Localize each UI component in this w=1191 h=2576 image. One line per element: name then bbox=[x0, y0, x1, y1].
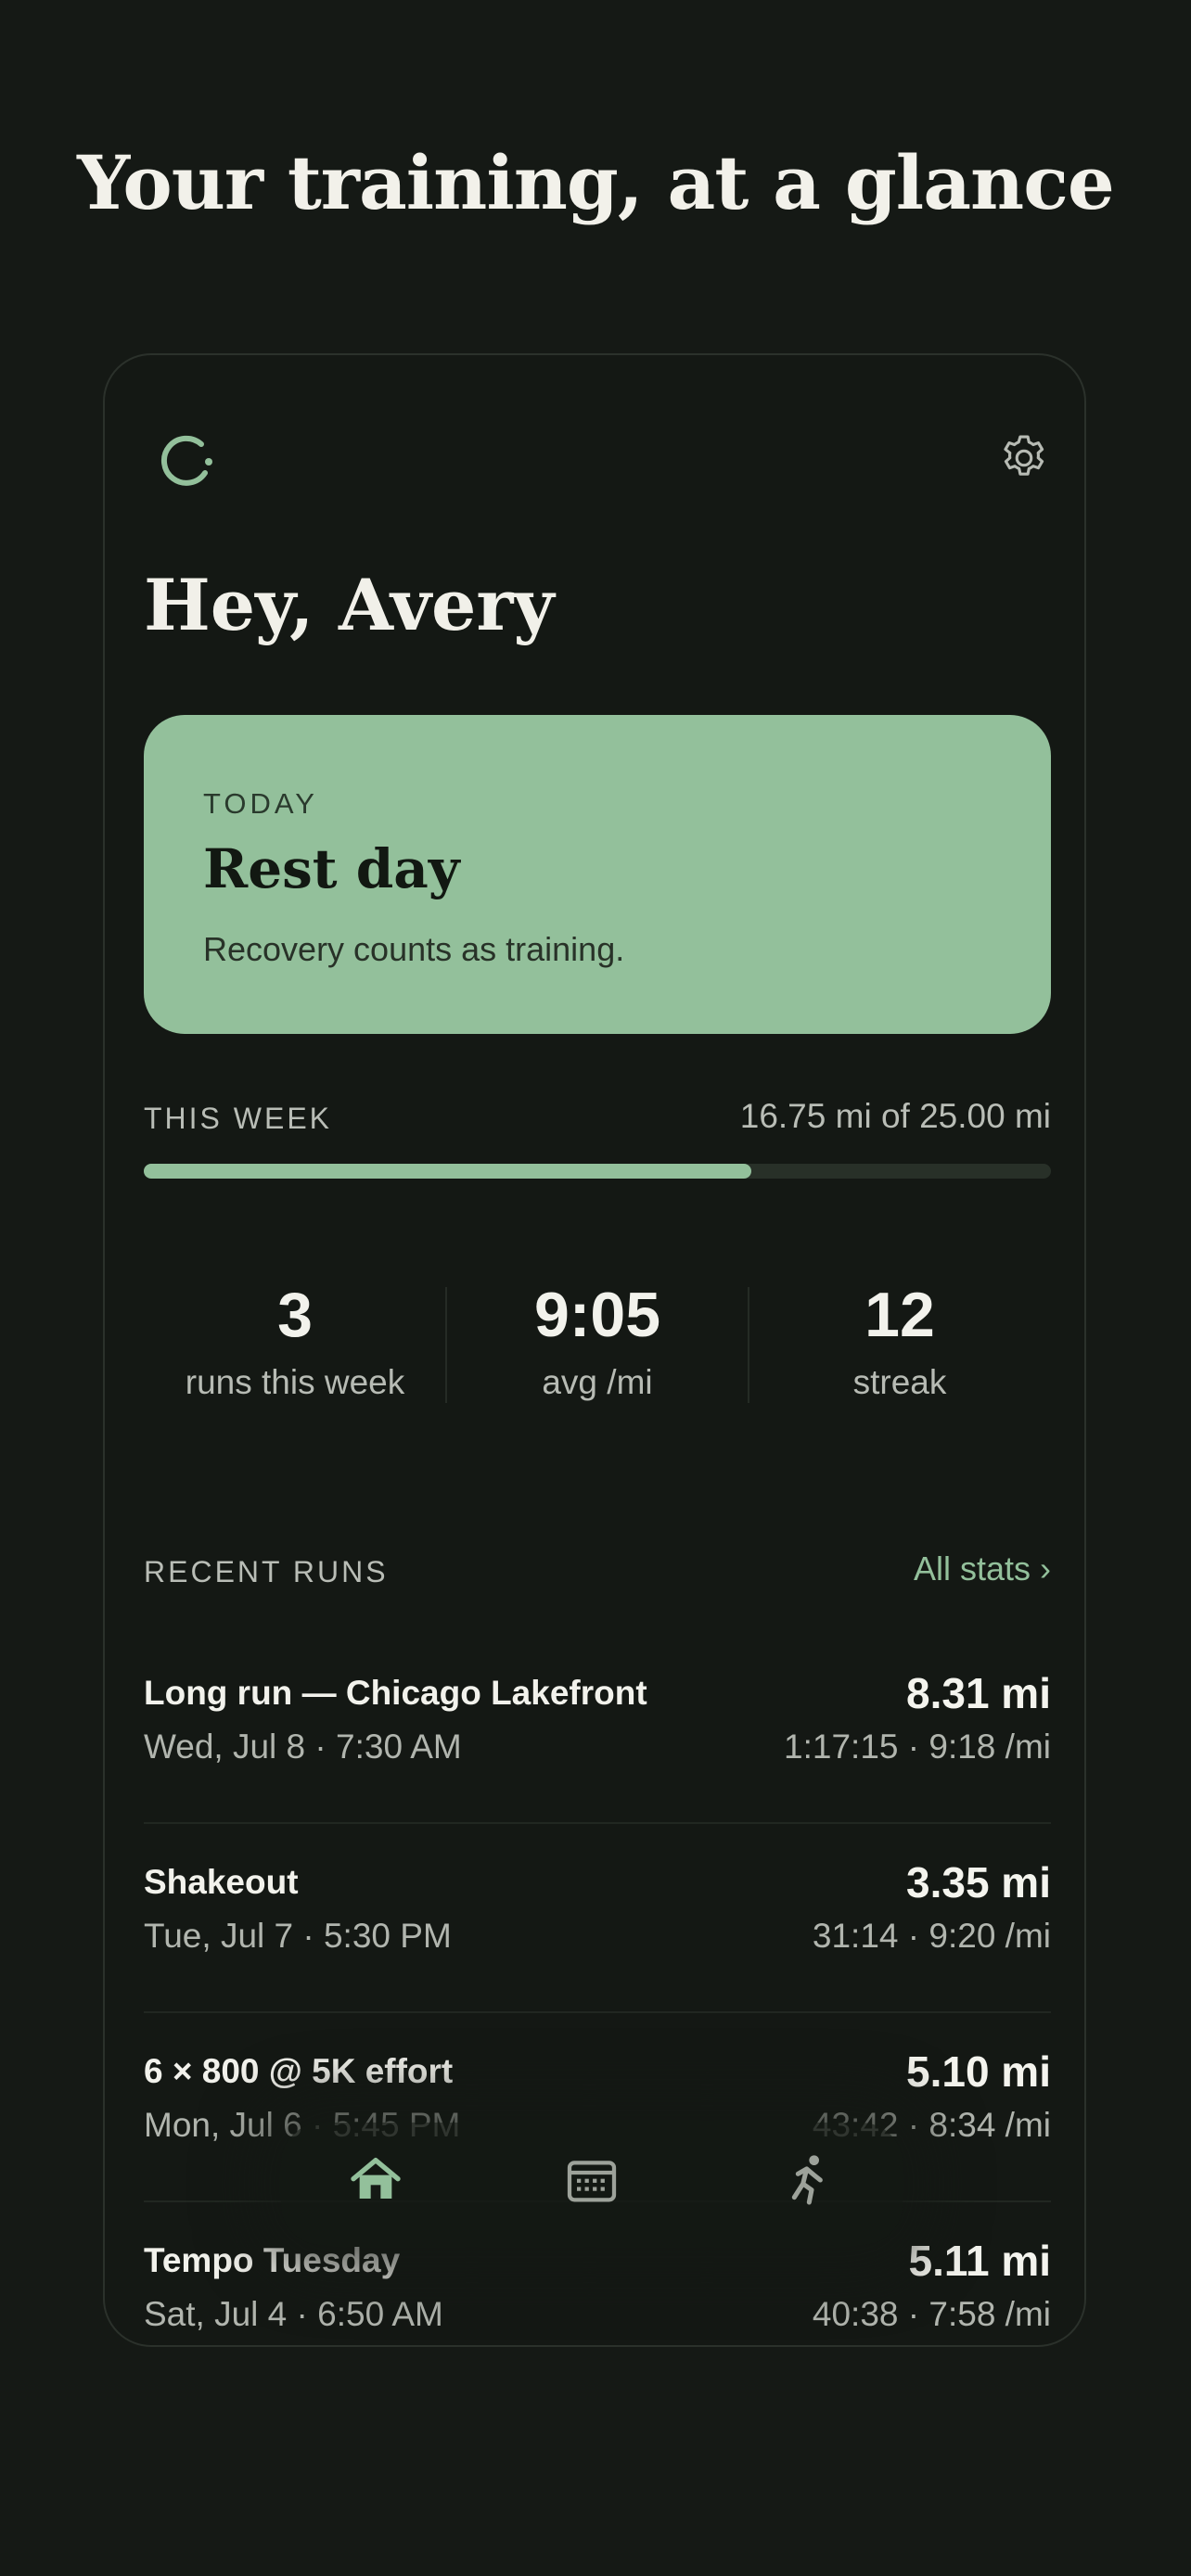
stat-pace: 9:05 avg /mi bbox=[446, 1278, 749, 1402]
greeting-title: Hey, Avery bbox=[144, 564, 555, 646]
run-title: Tempo Tuesday bbox=[144, 2241, 401, 2279]
run-title: Shakeout bbox=[144, 1863, 299, 1901]
stat-runs: 3 runs this week bbox=[144, 1278, 446, 1402]
gear-icon[interactable] bbox=[997, 431, 1051, 485]
home-icon bbox=[351, 2158, 401, 2199]
run-title: 6 × 800 @ 5K effort bbox=[144, 2052, 454, 2090]
calendar-icon bbox=[567, 2161, 617, 2202]
app-screen: Hey, Avery TODAY Rest day Recovery count… bbox=[103, 353, 1086, 2347]
list-item[interactable]: Shakeout Tue, Jul 7 · 5:30 PM 3.35 mi 31… bbox=[144, 1824, 1051, 2013]
all-stats-link[interactable]: All stats › bbox=[914, 1549, 1051, 1588]
stat-value: 3 bbox=[277, 1280, 313, 1350]
week-distance: 16.75 mi of 25.00 mi bbox=[739, 1097, 1051, 1135]
stat-streak: 12 streak bbox=[749, 1278, 1051, 1402]
stats-row: 3 runs this week 9:05 avg /mi 12 streak bbox=[144, 1278, 1051, 1408]
run-distance: 3.35 mi bbox=[906, 1858, 1051, 1906]
nav-home[interactable] bbox=[346, 2150, 405, 2210]
nav-run[interactable] bbox=[778, 2150, 838, 2210]
today-label: TODAY bbox=[203, 787, 318, 820]
list-item[interactable]: Long run — Chicago Lakefront Wed, Jul 8 … bbox=[144, 1635, 1051, 1824]
week-progress-bar bbox=[144, 1164, 1051, 1179]
run-date: Wed, Jul 8 · 7:30 AM bbox=[144, 1728, 462, 1766]
run-distance: 5.10 mi bbox=[906, 2047, 1051, 2096]
today-card[interactable]: TODAY Rest day Recovery counts as traini… bbox=[144, 715, 1051, 1034]
run-title: Long run — Chicago Lakefront bbox=[144, 1674, 647, 1712]
run-date: Tue, Jul 7 · 5:30 PM bbox=[144, 1917, 452, 1955]
run-pace: 1:17:15 · 9:18 /mi bbox=[784, 1728, 1051, 1766]
today-subtitle: Recovery counts as training. bbox=[203, 930, 625, 968]
today-title: Rest day bbox=[203, 837, 460, 900]
ring-logo-icon bbox=[160, 435, 212, 486]
page-headline: Your training, at a glance bbox=[77, 139, 1115, 226]
run-pace: 31:14 · 9:20 /mi bbox=[812, 1917, 1051, 1955]
run-pace: 40:38 · 7:58 /mi bbox=[812, 2295, 1051, 2333]
run-distance: 8.31 mi bbox=[906, 1669, 1051, 1717]
week-label: THIS WEEK bbox=[144, 1102, 333, 1135]
stat-label: runs this week bbox=[185, 1363, 405, 1401]
stat-value: 9:05 bbox=[533, 1280, 661, 1350]
bottom-nav bbox=[281, 2123, 903, 2245]
week-progress-fill bbox=[144, 1164, 752, 1179]
stat-value: 12 bbox=[864, 1280, 935, 1350]
recent-runs-label: RECENT RUNS bbox=[144, 1555, 389, 1588]
run-distance: 5.11 mi bbox=[908, 2237, 1051, 2285]
nav-calendar[interactable] bbox=[562, 2150, 621, 2210]
stat-label: avg /mi bbox=[542, 1363, 653, 1401]
runner-icon bbox=[791, 2155, 823, 2205]
run-date: Sat, Jul 4 · 6:50 AM bbox=[144, 2295, 443, 2333]
app-content: Hey, Avery TODAY Rest day Recovery count… bbox=[144, 355, 1051, 2345]
stat-label: streak bbox=[852, 1363, 947, 1401]
